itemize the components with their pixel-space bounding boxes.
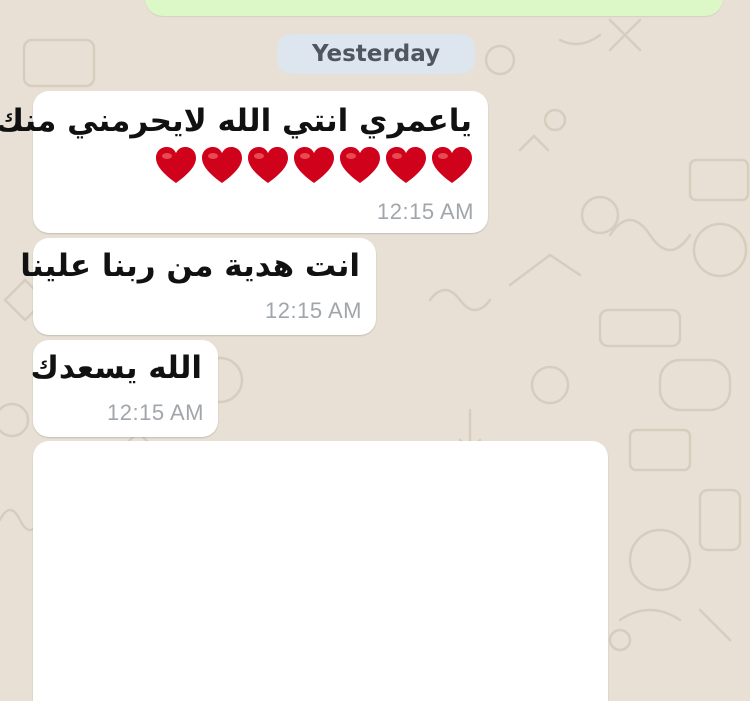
heart-emoji-row: [156, 147, 472, 185]
date-separator: Yesterday: [277, 34, 475, 74]
heart-emoji-icon: [294, 147, 334, 183]
message-bubble[interactable]: الله يسعدك 12:15 AM: [30, 340, 218, 437]
previous-outgoing-bubble: [145, 0, 723, 16]
message-timestamp: 12:15 AM: [377, 199, 474, 224]
message-bubble[interactable]: انت هدية من ربنا علينا 12:15 AM: [20, 238, 376, 335]
heart-emoji-icon: [432, 147, 472, 183]
message-text: ياعمري انتي الله لايحرمني منك: [0, 103, 472, 139]
heart-emoji-icon: [156, 147, 196, 183]
message-text: الله يسعدك: [30, 350, 202, 386]
media-message-bubble[interactable]: [33, 441, 608, 701]
heart-emoji-icon: [248, 147, 288, 183]
message-bubble[interactable]: ياعمري انتي الله لايحرمني منك 12:15 AM: [0, 91, 488, 233]
message-timestamp: 12:15 AM: [107, 400, 204, 425]
heart-emoji-icon: [386, 147, 426, 183]
heart-emoji-icon: [202, 147, 242, 183]
message-timestamp: 12:15 AM: [265, 298, 362, 323]
heart-emoji-icon: [340, 147, 380, 183]
message-text: انت هدية من ربنا علينا: [20, 248, 360, 284]
